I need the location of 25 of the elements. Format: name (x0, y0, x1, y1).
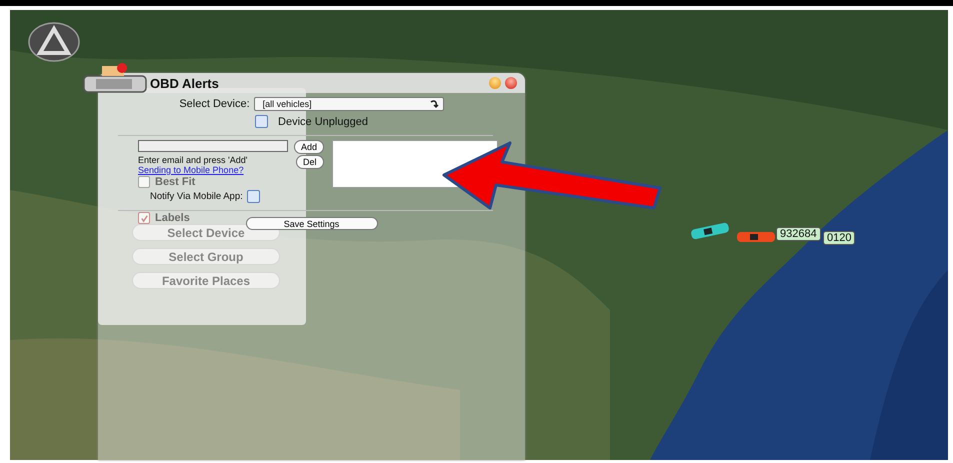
close-button[interactable] (505, 77, 517, 89)
vehicle-label[interactable]: 932684 (776, 227, 821, 241)
checkbox-label: Device Unplugged (278, 116, 368, 128)
device-dropdown[interactable]: [all vehicles] (254, 97, 444, 111)
checkbox-label: Best Fit (155, 176, 196, 188)
checkbox[interactable] (255, 115, 268, 128)
vehicle-label[interactable]: 0120 (823, 231, 856, 245)
delete-button[interactable]: Del (296, 155, 324, 169)
checkbox[interactable] (246, 190, 260, 203)
add-button[interactable]: Add (294, 140, 324, 154)
checkbox[interactable] (138, 176, 150, 188)
dialog-title: OBD Alerts (150, 76, 219, 90)
car-icon[interactable] (736, 230, 776, 244)
checkmark-icon (140, 214, 148, 222)
checkbox-label: Notify Via Mobile App: (150, 191, 243, 202)
checkbox-label: Labels (155, 212, 190, 224)
obd-connector-icon (82, 62, 148, 96)
checkbox[interactable] (138, 212, 150, 224)
email-input[interactable] (138, 140, 288, 152)
mobile-phone-link[interactable]: Sending to Mobile Phone? (138, 165, 290, 175)
field-label: Select Device: (179, 98, 250, 110)
hint-text: Enter email and press 'Add' (138, 155, 248, 165)
dropdown-arrow-icon (428, 99, 439, 109)
navigation-compass-icon[interactable] (28, 22, 80, 62)
save-settings-button[interactable]: Save Settings (246, 217, 378, 230)
